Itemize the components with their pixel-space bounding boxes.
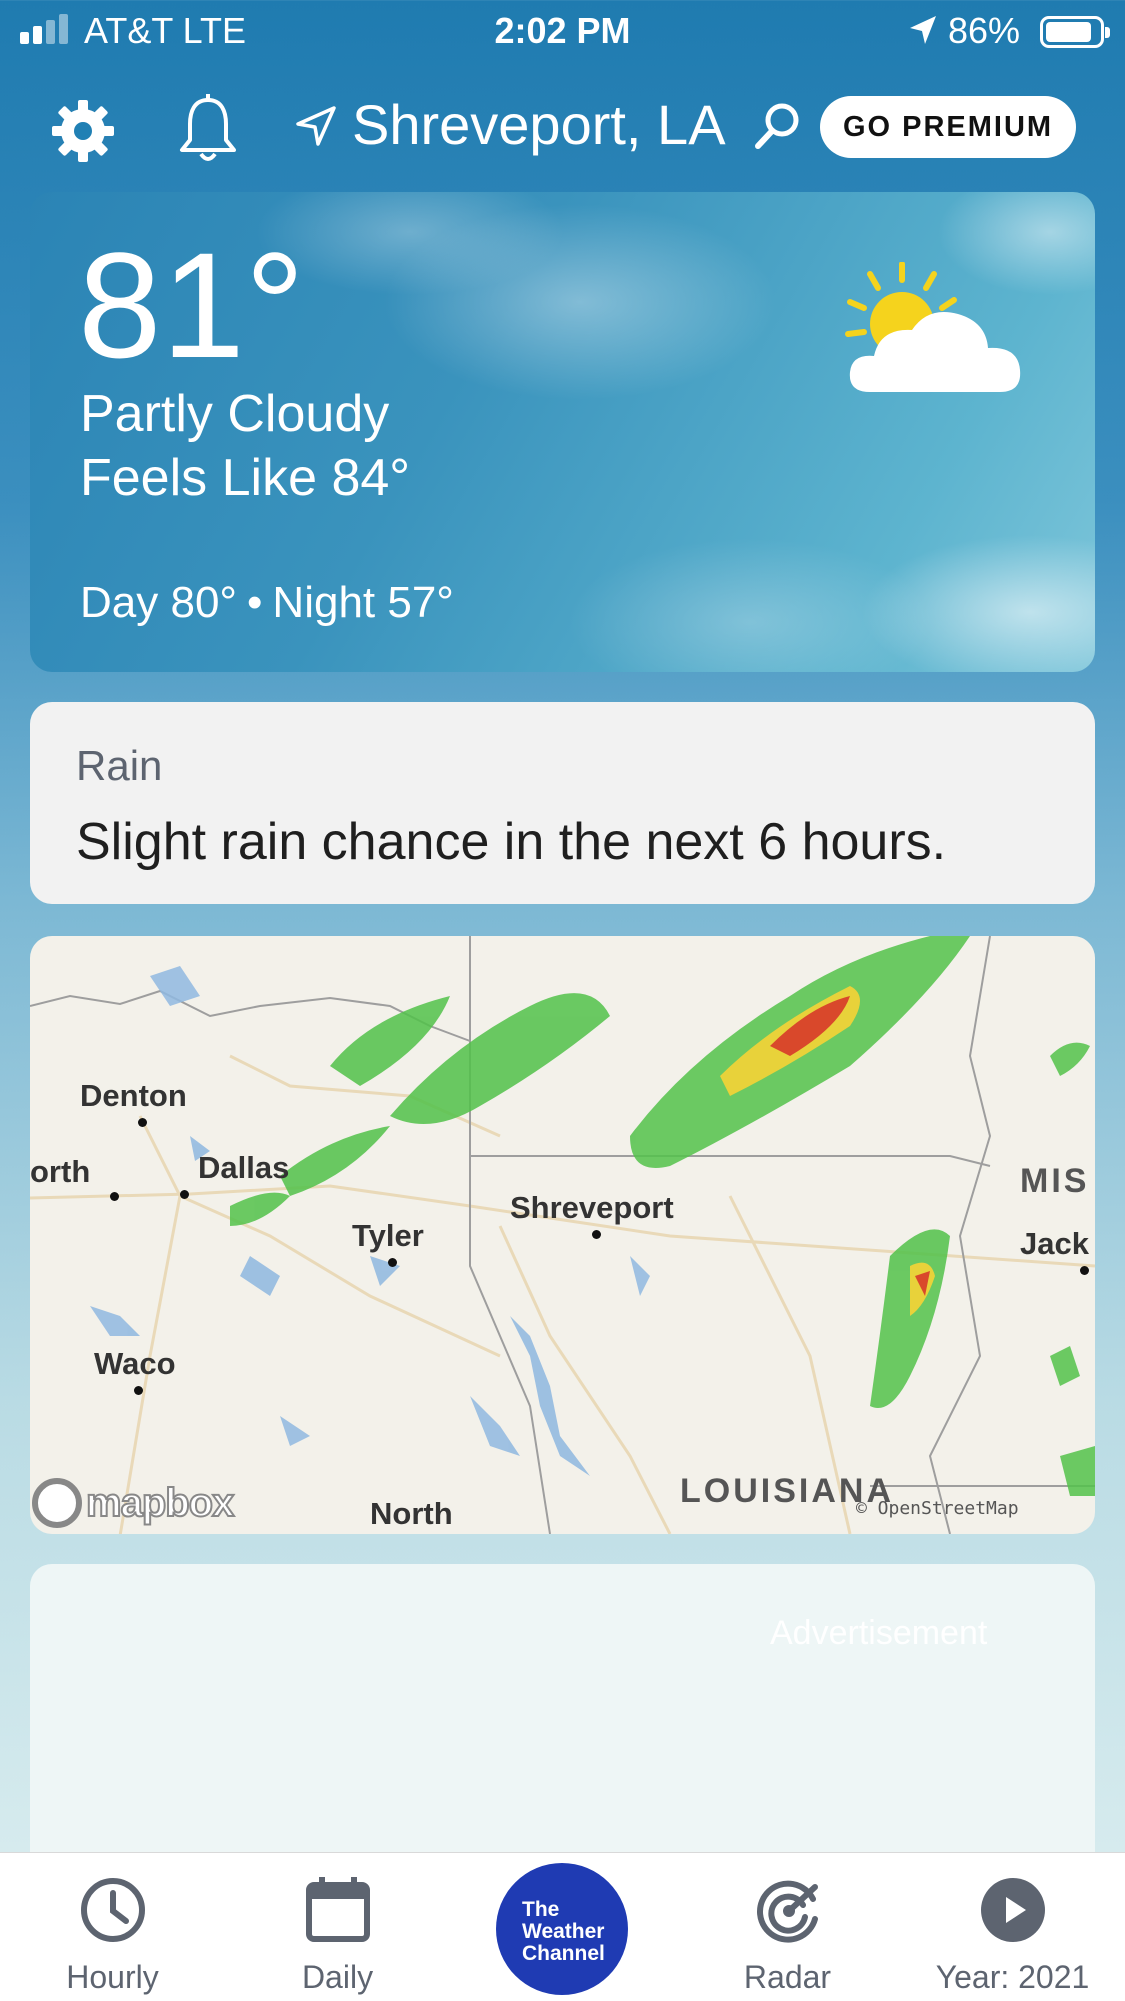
map-city-label: Tyler: [352, 1218, 424, 1253]
tab-year-2021[interactable]: Year: 2021: [900, 1853, 1125, 2001]
map-city-label: Waco: [94, 1346, 176, 1381]
map-attribution[interactable]: © OpenStreetMap: [856, 1498, 1019, 1519]
rain-message: Slight rain chance in the next 6 hours.: [76, 813, 947, 871]
header: Shreveport, LA GO PREMIUM: [0, 80, 1125, 170]
current-temperature: 81°: [78, 221, 305, 389]
night-temp: Night 57°: [272, 578, 454, 627]
advertisement-label: Advertisement: [770, 1614, 988, 1652]
map-city-label: Denton: [80, 1078, 187, 1113]
tab-radar[interactable]: Radar: [675, 1853, 900, 2001]
tab-label: Year: 2021: [935, 1959, 1090, 1995]
rain-card[interactable]: Rain Slight rain chance in the next 6 ho…: [30, 702, 1095, 904]
calendar-icon: [306, 1877, 370, 1942]
map-city-dot: [1080, 1266, 1089, 1275]
gear-icon[interactable]: [48, 96, 118, 166]
logo-line: The: [522, 1898, 560, 1921]
location-arrow-icon[interactable]: [296, 106, 336, 146]
map-city-label: Dallas: [198, 1150, 290, 1185]
battery-percent: 86%: [948, 10, 1021, 51]
current-conditions-card[interactable]: 81° Partly Cloudy Feels Like 84° Day 80°…: [30, 192, 1095, 672]
tab-hourly[interactable]: Hourly: [0, 1853, 225, 2001]
play-icon: [981, 1878, 1045, 1942]
mapbox-logo[interactable]: mapbox: [32, 1476, 235, 1530]
location-name[interactable]: Shreveport, LA: [352, 92, 726, 157]
go-premium-button[interactable]: GO PREMIUM: [820, 96, 1076, 158]
mapbox-logo-text: mapbox: [85, 1480, 235, 1526]
mapbox-ring-icon: [32, 1478, 82, 1528]
battery-icon: [1040, 16, 1110, 48]
map-city-dot: [134, 1386, 143, 1395]
map-region-label: MIS: [1020, 1162, 1090, 1200]
weather-channel-logo[interactable]: The Weather Channel: [496, 1863, 628, 1995]
radar-icon: [757, 1880, 818, 1943]
feels-like: Feels Like 84°: [80, 449, 411, 507]
logo-line: Weather: [522, 1920, 605, 1943]
map-city-dot: [592, 1230, 601, 1239]
map-city-label: Shreveport: [510, 1190, 674, 1225]
map-city-dot: [138, 1118, 147, 1127]
tab-bar: Hourly Daily The Weather Channel Radar Y…: [0, 1852, 1125, 2001]
condition-phrase: Partly Cloudy: [80, 385, 390, 443]
radar-map-card[interactable]: Denton orth Dallas Tyler Shreveport Waco…: [30, 936, 1095, 1534]
map-city-dot: [110, 1192, 119, 1201]
map-city-dot: [388, 1258, 397, 1267]
partly-cloudy-icon: [845, 262, 1021, 392]
tab-label: Hourly: [66, 1959, 159, 1995]
radar-map[interactable]: [30, 936, 1095, 1534]
map-city-label: Jack: [1020, 1226, 1089, 1261]
tab-label: Daily: [301, 1959, 374, 1995]
tab-daily[interactable]: Daily: [225, 1853, 450, 2001]
day-night-temps: Day 80° • Night 57°: [80, 578, 454, 628]
search-icon[interactable]: [752, 100, 804, 152]
bell-icon[interactable]: [176, 94, 240, 166]
map-city-label: orth: [30, 1154, 91, 1189]
separator-dot: •: [247, 578, 263, 627]
rain-card-title: Rain: [76, 742, 163, 789]
logo-line: Channel: [522, 1942, 605, 1965]
status-bar: AT&T LTE 2:02 PM 86%: [0, 0, 1125, 64]
tab-label: Radar: [743, 1959, 832, 1995]
location-services-icon: [910, 16, 936, 44]
map-city-label: North: [370, 1496, 453, 1531]
clock-icon: [81, 1878, 145, 1942]
map-city-dot: [180, 1190, 189, 1199]
day-temp: Day 80°: [80, 578, 238, 627]
